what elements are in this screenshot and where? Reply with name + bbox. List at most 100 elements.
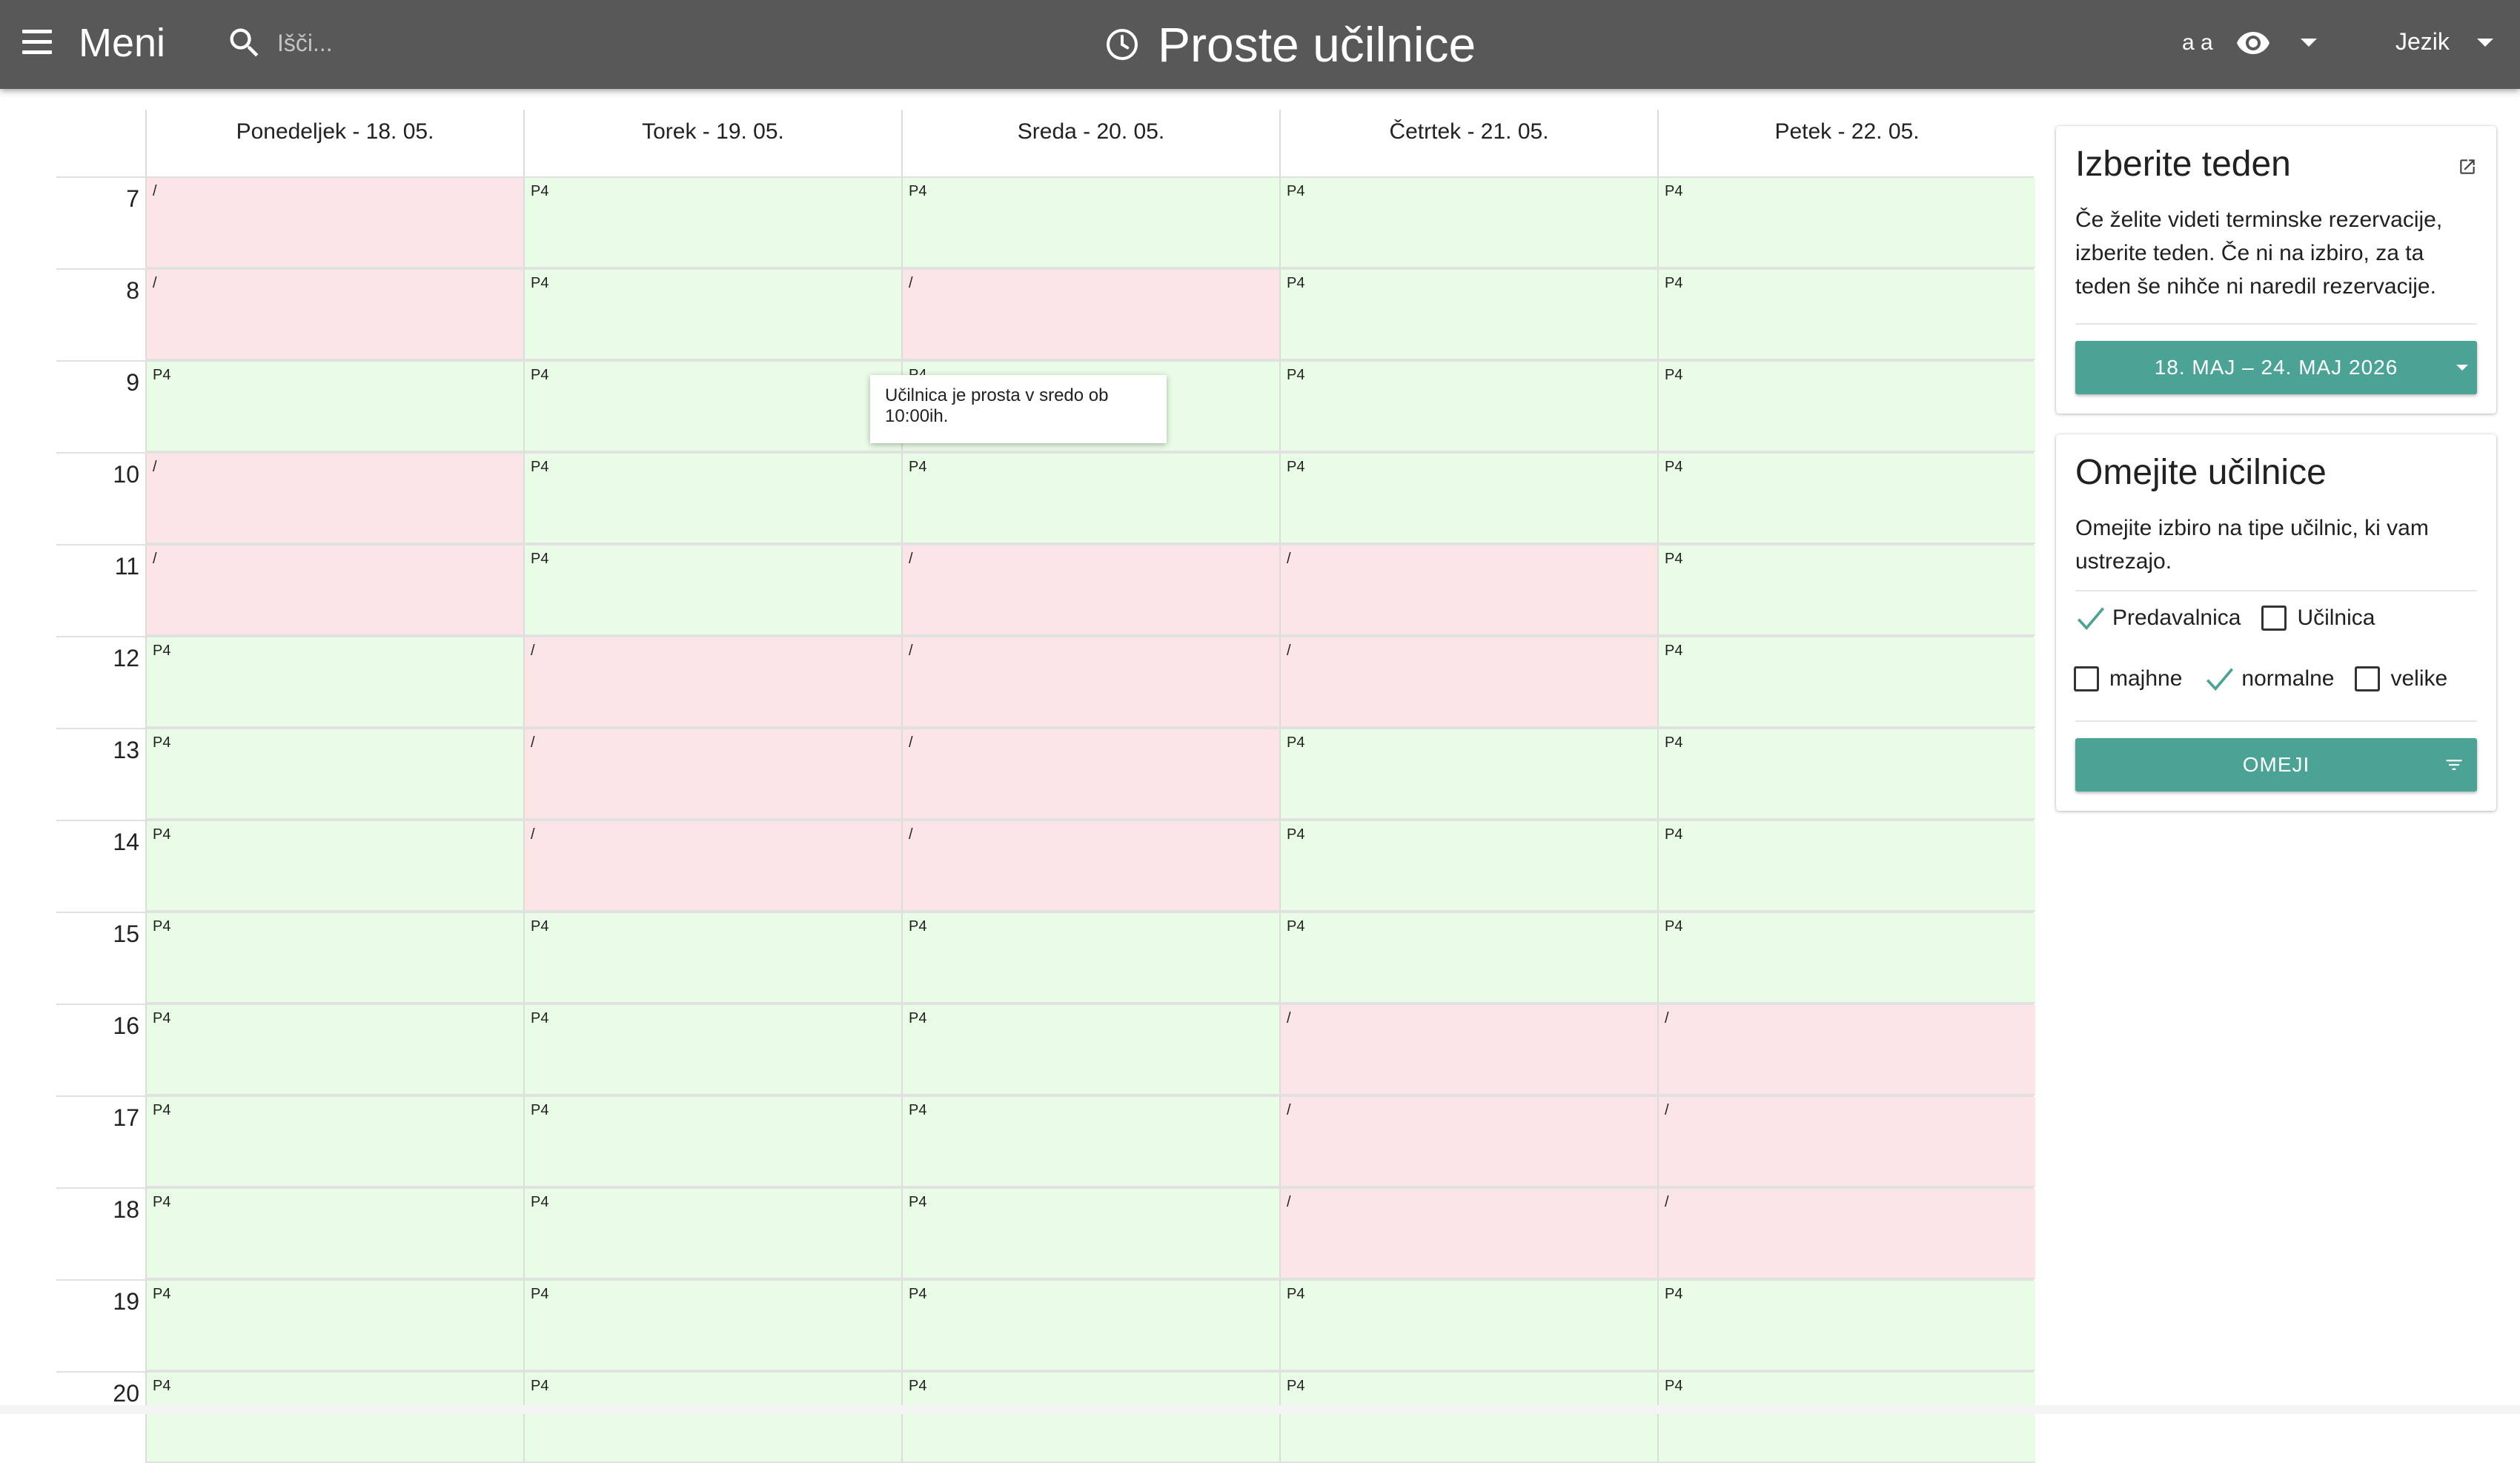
free-slot[interactable]: P4 [1657,178,2035,268]
free-slot[interactable]: P4 [145,637,523,728]
check-icon [2206,668,2234,691]
free-slot[interactable]: P4 [523,545,901,636]
hamburger-icon[interactable] [21,25,53,64]
free-slot[interactable]: P4 [145,1005,523,1095]
free-slot[interactable]: P4 [523,178,901,268]
free-slot[interactable]: P4 [1657,729,2035,820]
free-slot[interactable]: P4 [1279,821,1657,912]
free-slot[interactable]: P4 [901,1281,1279,1371]
free-slot[interactable]: P4 [1279,913,1657,1003]
free-slot[interactable]: P4 [1279,178,1657,268]
busy-slot[interactable]: / [901,545,1279,636]
hour-label: 8 [126,277,139,304]
apply-filter-button[interactable]: OMEJI [2075,738,2477,792]
busy-slot[interactable]: / [523,637,901,728]
busy-slot[interactable]: / [145,178,523,268]
top-bar: Meni Proste učilnice a a Jezik [0,0,2520,89]
busy-slot[interactable]: / [901,729,1279,820]
busy-slot[interactable]: / [901,637,1279,728]
free-slot[interactable]: P4 [523,1281,901,1371]
checkbox-unchecked[interactable]: majhne [2074,664,2182,694]
checkbox-unchecked[interactable]: Učilnica [2261,603,2375,633]
language-menu[interactable]: Jezik [2395,27,2450,56]
free-slot[interactable]: P4 [523,270,901,360]
checkbox-checked[interactable]: Predavalnica [2074,603,2241,633]
free-slot[interactable]: P4 [1279,1373,1657,1463]
free-slot[interactable]: P4 [1657,1373,2035,1463]
free-slot[interactable]: P4 [901,1373,1279,1463]
hour-label: 20 [113,1380,139,1407]
free-slot[interactable]: P4 [523,913,901,1003]
checkbox-checked[interactable]: normalne [2203,664,2334,694]
free-slot[interactable]: P4 [1279,1281,1657,1371]
busy-slot[interactable]: / [145,270,523,360]
free-slot[interactable]: P4 [523,362,901,452]
free-slot[interactable]: P4 [523,1097,901,1187]
busy-slot[interactable]: / [523,729,901,820]
free-slot[interactable]: P4 [1657,1281,2035,1371]
checkbox-label: velike [2390,666,2448,691]
room-type-options: Predavalnica Učilnica [2074,603,2395,633]
chevron-down-icon[interactable] [2477,39,2493,47]
free-slot[interactable]: P4 [901,454,1279,544]
free-slot[interactable]: P4 [901,1005,1279,1095]
free-slot[interactable]: P4 [1657,913,2035,1003]
busy-slot[interactable]: / [523,821,901,912]
free-slot[interactable]: P4 [145,1281,523,1371]
free-slot[interactable]: P4 [145,1373,523,1463]
free-slot[interactable]: P4 [523,454,901,544]
free-slot[interactable]: P4 [1279,270,1657,360]
free-slot[interactable]: P4 [523,1005,901,1095]
free-slot[interactable]: P4 [145,362,523,452]
busy-slot[interactable]: / [1657,1097,2035,1187]
checkbox-unchecked[interactable]: velike [2355,664,2447,694]
free-slot[interactable]: P4 [145,1189,523,1279]
busy-slot[interactable]: / [1279,1097,1657,1187]
free-slot[interactable]: P4 [145,729,523,820]
free-slot[interactable]: P4 [145,821,523,912]
free-slot[interactable]: P4 [1657,821,2035,912]
busy-slot[interactable]: / [1279,1005,1657,1095]
open-in-new-icon[interactable] [2458,157,2477,176]
busy-slot[interactable]: / [1279,545,1657,636]
card-title: Omejite učilnice [2075,453,2327,492]
search-icon[interactable] [225,24,264,62]
free-slot[interactable]: P4 [1657,545,2035,636]
hour-label: 15 [113,920,139,947]
apply-filter-label: OMEJI [2242,753,2310,776]
free-slot[interactable]: P4 [523,1373,901,1463]
hour-label: 14 [113,829,139,855]
busy-slot[interactable]: / [145,545,523,636]
free-slot[interactable]: P4 [1657,270,2035,360]
hour-label: 16 [113,1012,139,1039]
busy-slot[interactable]: / [1279,637,1657,728]
busy-slot[interactable]: / [901,821,1279,912]
free-slot[interactable]: P4 [901,1097,1279,1187]
week-select-button[interactable]: 18. MAJ – 24. MAJ 2026 [2075,341,2477,394]
free-slot[interactable]: P4 [901,913,1279,1003]
busy-slot[interactable]: / [901,270,1279,360]
free-slot[interactable]: P4 [1657,454,2035,544]
free-slot[interactable]: P4 [1279,362,1657,452]
free-slot[interactable]: P4 [1279,454,1657,544]
free-slot[interactable]: P4 [523,1189,901,1279]
menu-label[interactable]: Meni [79,19,165,67]
eye-icon[interactable] [2232,25,2274,61]
chevron-down-icon[interactable] [2301,39,2317,47]
busy-slot[interactable]: / [1657,1005,2035,1095]
page-title-wrap: Proste učilnice [1104,15,1476,74]
font-size-toggle[interactable]: a a [2182,28,2213,58]
hour-label: 9 [126,369,139,396]
search-input[interactable] [277,22,648,64]
free-slot[interactable]: P4 [145,913,523,1003]
free-slot[interactable]: P4 [901,178,1279,268]
busy-slot[interactable]: / [145,454,523,544]
free-slot[interactable]: P4 [1279,729,1657,820]
free-slot[interactable]: P4 [901,1189,1279,1279]
free-slot[interactable]: P4 [1657,637,2035,728]
free-slot[interactable]: P4 [1657,362,2035,452]
busy-slot[interactable]: / [1279,1189,1657,1279]
busy-slot[interactable]: / [1657,1189,2035,1279]
week-select-card: Izberite teden Če želite videti terminsk… [2056,126,2496,414]
free-slot[interactable]: P4 [145,1097,523,1187]
